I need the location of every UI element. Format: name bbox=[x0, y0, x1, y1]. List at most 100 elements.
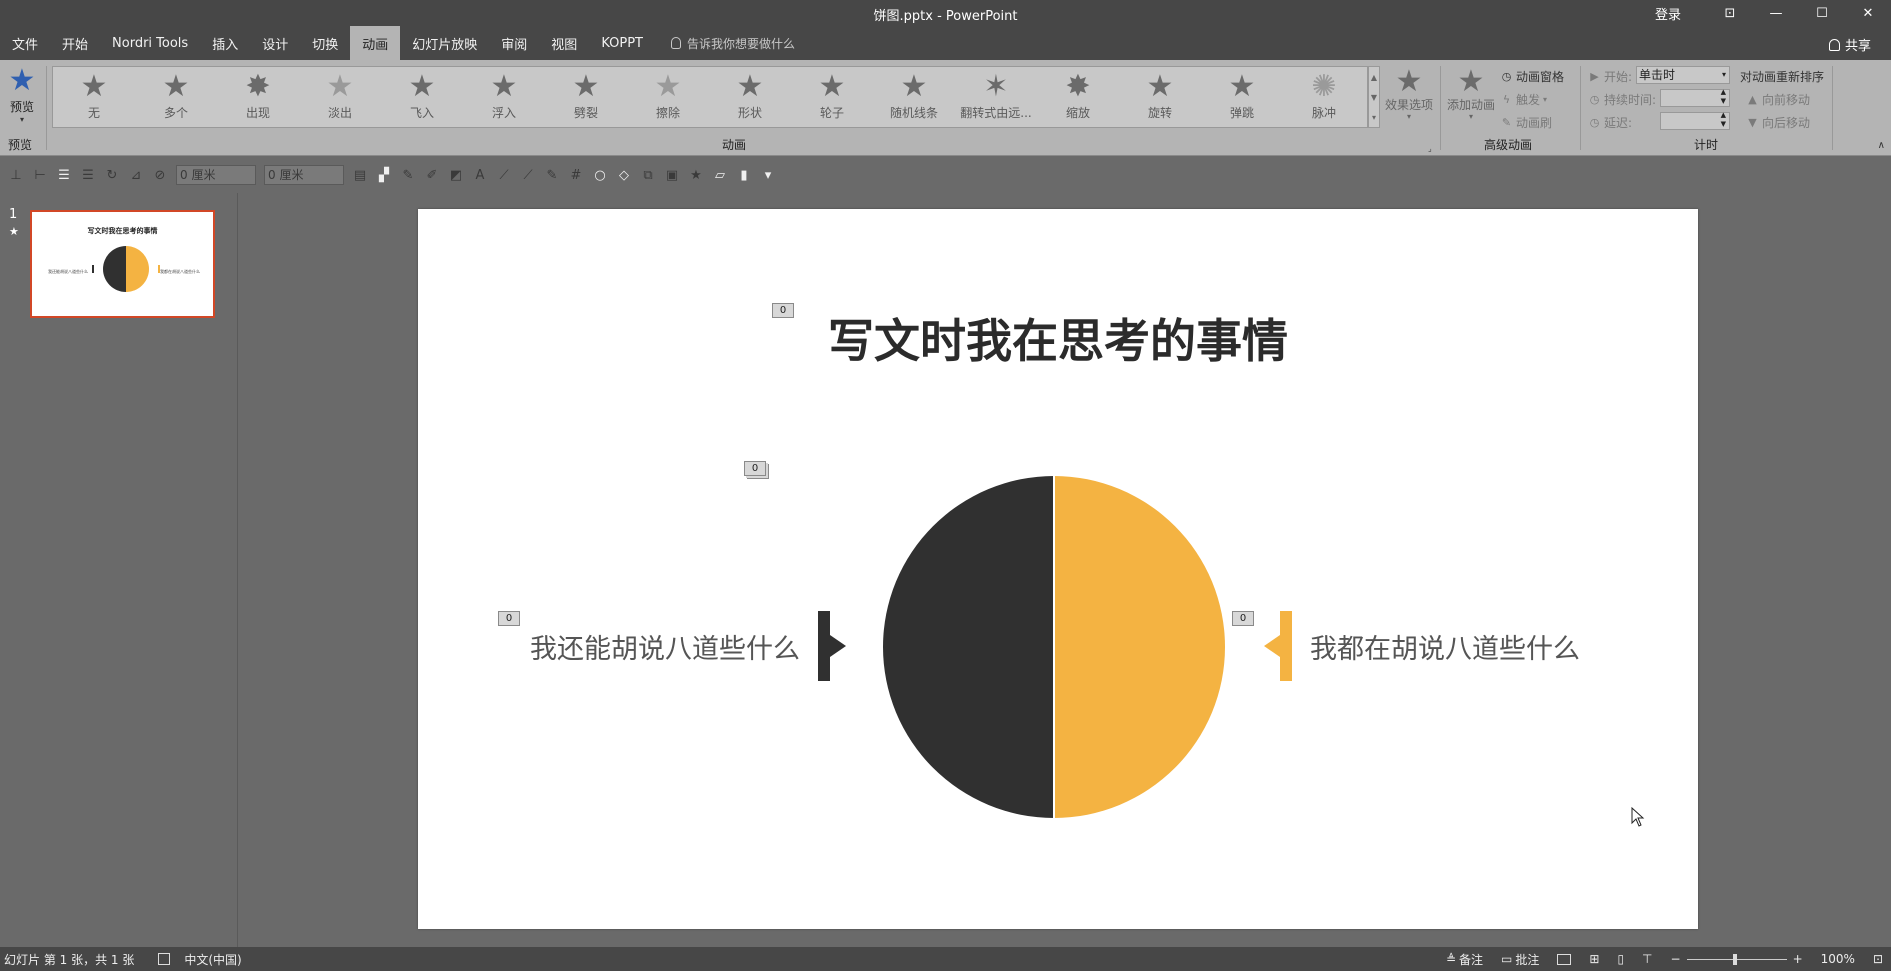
move-earlier-button[interactable]: ▲ 向前移动 bbox=[1746, 91, 1810, 108]
tab-6[interactable]: 动画 bbox=[350, 26, 401, 60]
more-icon[interactable]: ▾ bbox=[756, 164, 780, 186]
pie-accent-half[interactable] bbox=[1054, 476, 1225, 818]
animation-effect-13[interactable]: ★ 旋转 bbox=[1119, 67, 1201, 127]
slide-canvas[interactable]: 0 写文时我在思考的事情 0 0 我还能胡说八道些什么 0 我都在胡说八道些什么 bbox=[418, 209, 1698, 929]
align-left-icon[interactable]: ☰ bbox=[52, 164, 76, 186]
zoom-slider[interactable] bbox=[1686, 953, 1787, 965]
selection-icon[interactable]: ▣ bbox=[660, 164, 684, 186]
font-color-icon[interactable]: A bbox=[468, 164, 492, 186]
normal-view-button[interactable] bbox=[1557, 953, 1572, 965]
grid-icon[interactable]: # bbox=[564, 164, 588, 186]
ribbon-display-options-icon[interactable]: ⊡ bbox=[1707, 0, 1753, 26]
animation-effect-7[interactable]: ★ 擦除 bbox=[627, 67, 709, 127]
tab-9[interactable]: 视图 bbox=[539, 26, 589, 60]
zoom-out-button[interactable]: − bbox=[1671, 952, 1681, 966]
zoom-level[interactable]: 100% bbox=[1821, 952, 1855, 966]
animation-effect-14[interactable]: ★ 弹跳 bbox=[1201, 67, 1283, 127]
distribute-icon[interactable]: ⊢ bbox=[28, 164, 52, 186]
animation-pane-button[interactable]: ◷ 动画窗格 bbox=[1500, 68, 1564, 85]
reading-view-button[interactable]: ▯ bbox=[1617, 952, 1624, 966]
comments-button[interactable]: ▭ 批注 bbox=[1501, 951, 1539, 968]
left-marker-bar[interactable] bbox=[818, 611, 830, 681]
star-icon[interactable]: ★ bbox=[684, 164, 708, 186]
chart-icon[interactable]: ▮ bbox=[732, 164, 756, 186]
move-later-button[interactable]: ▼ 向后移动 bbox=[1746, 114, 1810, 131]
zoom-in-button[interactable]: + bbox=[1793, 952, 1803, 966]
effect-options-button[interactable]: ★ 效果选项 ▾ bbox=[1384, 66, 1434, 122]
animation-painter-button[interactable]: ✎ 动画刷 bbox=[1500, 114, 1552, 131]
animation-effect-5[interactable]: ★ 浮入 bbox=[463, 67, 545, 127]
accessibility-icon[interactable] bbox=[158, 953, 171, 965]
zoom-slider-thumb[interactable] bbox=[1732, 953, 1737, 965]
animation-effect-8[interactable]: ★ 形状 bbox=[709, 67, 791, 127]
pie-dark-half[interactable] bbox=[883, 476, 1054, 818]
rotate-icon[interactable]: ↻ bbox=[100, 164, 124, 186]
duration-input[interactable]: ▲ ▼ bbox=[1660, 88, 1730, 107]
slide-thumbnail-1[interactable]: 写文时我在思考的事情 我还能胡说八道些什么 我都在胡说八道些什么 bbox=[30, 210, 215, 318]
spinner-icon[interactable]: ▲ ▼ bbox=[1721, 88, 1726, 106]
animation-effect-1[interactable]: ★ 多个 bbox=[135, 67, 217, 127]
shape-height-input[interactable]: 0 厘米 bbox=[176, 165, 256, 185]
notes-button[interactable]: ≜ 备注 bbox=[1446, 951, 1483, 968]
tab-3[interactable]: 插入 bbox=[200, 26, 250, 60]
dialog-launcher-icon[interactable]: ⌟ bbox=[1428, 144, 1432, 153]
animation-effect-10[interactable]: ★ 随机线条 bbox=[873, 67, 955, 127]
edit-shape-icon[interactable]: ✎ bbox=[540, 164, 564, 186]
animation-effect-15[interactable]: ✺ 脉冲 bbox=[1283, 67, 1365, 127]
start-dropdown[interactable]: 单击时 ▾ bbox=[1636, 66, 1730, 84]
gallery-more-icon[interactable]: ▾ bbox=[1372, 113, 1376, 122]
flip-icon[interactable]: ⊿ bbox=[124, 164, 148, 186]
shape-width-input[interactable]: 0 厘米 bbox=[264, 165, 344, 185]
tab-5[interactable]: 切换 bbox=[300, 26, 350, 60]
fill-color-icon[interactable]: ▞ bbox=[372, 164, 396, 186]
brush-icon[interactable]: ✎ bbox=[396, 164, 420, 186]
collapse-ribbon-icon[interactable]: ∧ bbox=[1878, 140, 1885, 151]
eyedropper-icon[interactable]: ⟋ bbox=[492, 164, 516, 186]
format-painter-icon[interactable]: ✐ bbox=[420, 164, 444, 186]
shape-style-icon[interactable]: ▤ bbox=[348, 164, 372, 186]
animation-effect-3[interactable]: ★ 淡出 bbox=[299, 67, 381, 127]
animation-effect-2[interactable]: ✸ 出现 bbox=[217, 67, 299, 127]
tab-1[interactable]: 开始 bbox=[50, 26, 100, 60]
scroll-up-icon[interactable]: ▲ bbox=[1371, 73, 1377, 82]
login-link[interactable]: 登录 bbox=[1655, 4, 1681, 23]
language-indicator[interactable]: 中文(中国) bbox=[184, 951, 241, 968]
shapes-icon[interactable]: ◇ bbox=[612, 164, 636, 186]
animation-effect-6[interactable]: ★ 劈裂 bbox=[545, 67, 627, 127]
tab-7[interactable]: 幻灯片放映 bbox=[400, 26, 489, 60]
crop-icon[interactable]: ⊘ bbox=[148, 164, 172, 186]
trigger-button[interactable]: ϟ 触发 ▾ bbox=[1500, 91, 1547, 108]
paint-bucket-icon[interactable]: ◩ bbox=[444, 164, 468, 186]
group-icon[interactable]: ⧉ bbox=[636, 164, 660, 186]
gallery-scrollbar[interactable]: ▲ ▼ ▾ bbox=[1368, 66, 1380, 128]
maximize-button[interactable]: ☐ bbox=[1799, 0, 1845, 26]
slideshow-button[interactable]: ⊤ bbox=[1642, 952, 1652, 966]
tab-8[interactable]: 审阅 bbox=[489, 26, 539, 60]
close-button[interactable]: ✕ bbox=[1845, 0, 1891, 26]
circle-icon[interactable]: ○ bbox=[588, 164, 612, 186]
share-button[interactable]: 共享 bbox=[1828, 35, 1871, 54]
tell-me-search[interactable]: 告诉我你想要做什么 bbox=[670, 26, 795, 60]
spinner-icon[interactable]: ▲ ▼ bbox=[1721, 111, 1726, 129]
animation-effect-4[interactable]: ★ 飞入 bbox=[381, 67, 463, 127]
right-marker-bar[interactable] bbox=[1280, 611, 1292, 681]
minimize-button[interactable]: — bbox=[1753, 0, 1799, 26]
preview-button[interactable]: ★ 预览 ▾ bbox=[4, 66, 40, 132]
pen-icon[interactable]: ⟋ bbox=[516, 164, 540, 186]
align-center-icon[interactable]: ☰ bbox=[76, 164, 100, 186]
animation-effect-0[interactable]: ★ 无 bbox=[53, 67, 135, 127]
tab-2[interactable]: Nordri Tools bbox=[100, 26, 200, 60]
fit-to-window-icon[interactable]: ⊡ bbox=[1873, 952, 1883, 966]
tab-10[interactable]: KOPPT bbox=[589, 26, 655, 60]
animation-effect-9[interactable]: ★ 轮子 bbox=[791, 67, 873, 127]
add-animation-button[interactable]: ★ 添加动画 ▾ bbox=[1444, 66, 1498, 122]
scroll-down-icon[interactable]: ▼ bbox=[1371, 93, 1377, 102]
animation-effect-12[interactable]: ✸ 缩放 bbox=[1037, 67, 1119, 127]
animation-effect-11[interactable]: ✶ 翻转式由远... bbox=[955, 67, 1037, 127]
folder-icon[interactable]: ▱ bbox=[708, 164, 732, 186]
tab-4[interactable]: 设计 bbox=[250, 26, 300, 60]
align-icon[interactable]: ⊥ bbox=[4, 164, 28, 186]
delay-input[interactable]: ▲ ▼ bbox=[1660, 111, 1730, 130]
tab-0[interactable]: 文件 bbox=[0, 26, 50, 60]
slide-sorter-button[interactable]: ⊞ bbox=[1589, 952, 1599, 966]
